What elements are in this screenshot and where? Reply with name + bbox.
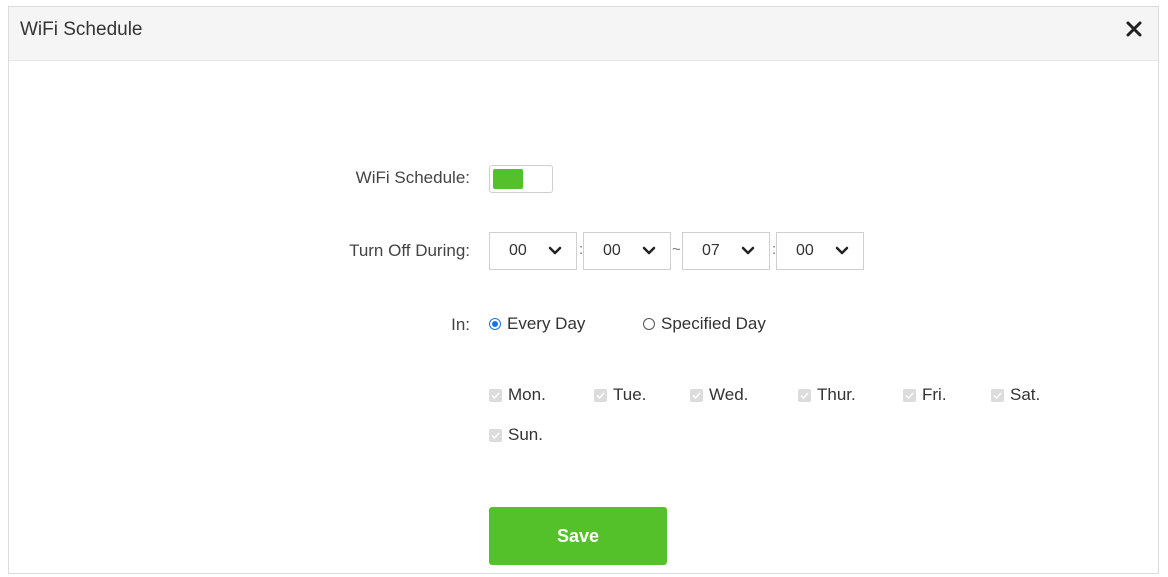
end-minute-select[interactable]: 00 — [776, 232, 864, 270]
day-checkbox-tue: Tue. — [594, 384, 646, 406]
toggle-knob — [493, 169, 523, 189]
dialog-title: WiFi Schedule — [20, 19, 143, 40]
in-label: In: — [451, 315, 470, 334]
start-minute-select[interactable]: 00 — [583, 232, 671, 270]
day-checkbox-fri: Fri. — [903, 384, 947, 406]
chevron-down-icon — [835, 246, 849, 255]
day-checkbox-sun: Sun. — [489, 424, 543, 446]
chevron-down-icon — [741, 246, 755, 255]
chevron-down-icon — [642, 246, 656, 255]
radio-checked-icon — [489, 318, 501, 330]
turn-off-during-label: Turn Off During: — [349, 241, 470, 260]
day-label: Fri. — [922, 385, 947, 404]
radio-every-day-label: Every Day — [507, 314, 586, 333]
check-icon — [903, 388, 916, 402]
check-icon — [594, 388, 607, 402]
end-minute-value: 00 — [796, 242, 814, 259]
start-hour-value: 00 — [509, 242, 527, 259]
radio-specified-day[interactable]: Specified Day — [643, 313, 766, 335]
day-label: Tue. — [613, 385, 647, 404]
start-minute-value: 00 — [603, 242, 621, 259]
day-checkbox-thur: Thur. — [798, 384, 856, 406]
time-range-separator: ~ — [672, 241, 681, 258]
day-checkbox-sat: Sat. — [991, 384, 1040, 406]
day-label: Sat. — [1010, 385, 1041, 404]
check-icon — [991, 388, 1004, 402]
close-button[interactable] — [1124, 19, 1144, 39]
wifi-schedule-dialog: WiFi Schedule WiFi Schedule: Turn Off Du… — [8, 6, 1159, 574]
day-label: Wed. — [709, 385, 749, 404]
close-icon — [1126, 21, 1142, 37]
radio-unchecked-icon — [643, 318, 655, 330]
check-icon — [690, 388, 703, 402]
day-label: Thur. — [817, 385, 856, 404]
radio-every-day[interactable]: Every Day — [489, 313, 585, 335]
wifi-schedule-toggle[interactable] — [489, 165, 553, 193]
dialog-header: WiFi Schedule — [9, 7, 1158, 61]
day-label: Sun. — [508, 425, 543, 444]
end-hour-select[interactable]: 07 — [682, 232, 770, 270]
radio-specified-day-label: Specified Day — [661, 314, 766, 333]
day-checkbox-mon: Mon. — [489, 384, 546, 406]
check-icon — [489, 388, 502, 402]
start-hour-select[interactable]: 00 — [489, 232, 577, 270]
chevron-down-icon — [548, 246, 562, 255]
day-label: Mon. — [508, 385, 546, 404]
day-checkbox-wed: Wed. — [690, 384, 748, 406]
check-icon — [798, 388, 811, 402]
check-icon — [489, 428, 502, 442]
save-button[interactable]: Save — [489, 507, 667, 565]
end-hour-value: 07 — [702, 242, 720, 259]
wifi-schedule-label: WiFi Schedule: — [355, 168, 470, 187]
